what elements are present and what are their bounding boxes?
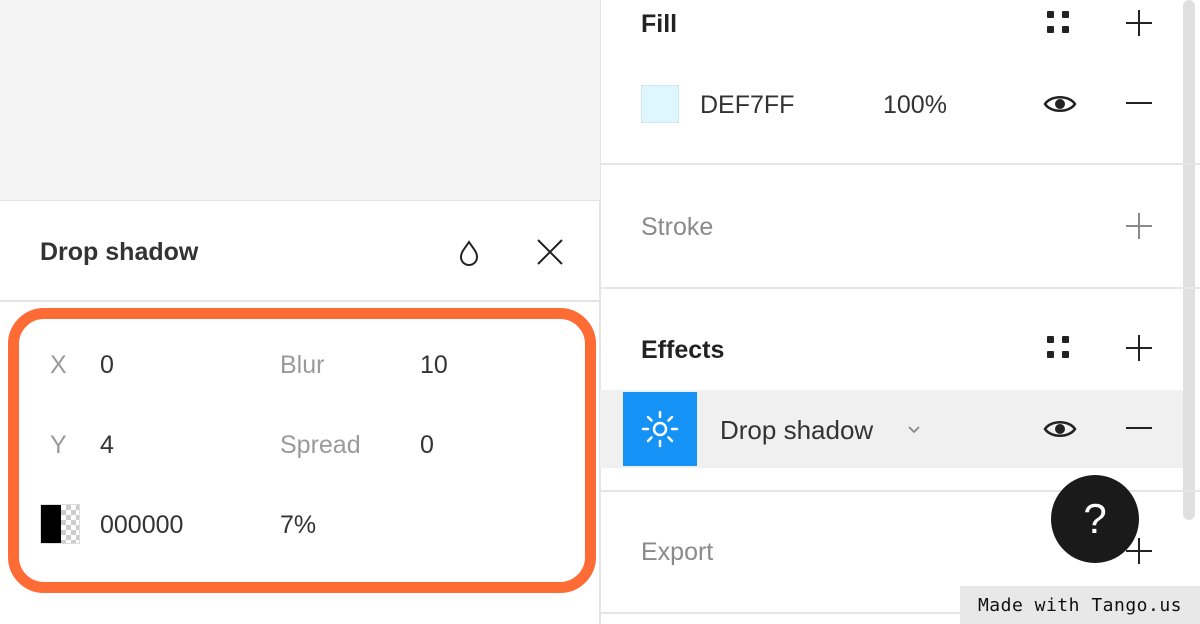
x-label: X	[50, 351, 67, 379]
blur-label: Blur	[280, 351, 325, 379]
fill-section-title: Fill	[641, 10, 678, 38]
chevron-down-icon[interactable]	[906, 421, 922, 437]
eye-icon[interactable]	[1043, 417, 1077, 441]
style-grid-icon[interactable]	[1047, 11, 1071, 35]
export-section-title: Export	[641, 538, 714, 566]
effect-settings-button[interactable]	[623, 392, 697, 466]
stroke-section-title: Stroke	[641, 213, 714, 241]
y-input[interactable]: 4	[100, 431, 114, 460]
spread-label: Spread	[280, 431, 361, 459]
add-stroke-button[interactable]	[1124, 211, 1154, 241]
shadow-color-swatch[interactable]	[40, 504, 80, 544]
remove-fill-button[interactable]	[1124, 88, 1154, 118]
remove-effect-button[interactable]	[1124, 413, 1154, 443]
blend-mode-icon[interactable]	[456, 236, 482, 268]
fill-hex-input[interactable]: DEF7FF	[700, 91, 794, 120]
eye-icon[interactable]	[1043, 92, 1077, 116]
add-fill-button[interactable]	[1124, 8, 1154, 38]
effects-section-title: Effects	[641, 336, 725, 364]
x-input[interactable]: 0	[100, 351, 114, 380]
shadow-opacity-input[interactable]: 7%	[280, 511, 316, 540]
style-grid-icon[interactable]	[1047, 336, 1071, 360]
close-icon[interactable]	[534, 236, 566, 268]
popup-divider	[0, 300, 600, 302]
help-button[interactable]: ?	[1051, 475, 1139, 563]
shadow-color-hex-input[interactable]: 000000	[100, 511, 183, 540]
add-effect-button[interactable]	[1124, 333, 1154, 363]
spread-input[interactable]: 0	[420, 431, 434, 460]
effect-type-dropdown[interactable]: Drop shadow	[720, 415, 873, 446]
section-divider	[600, 287, 1200, 289]
fill-color-swatch[interactable]	[641, 85, 679, 123]
sun-icon	[641, 410, 679, 448]
y-label: Y	[50, 431, 67, 459]
fill-opacity-input[interactable]: 100%	[883, 91, 947, 120]
blur-input[interactable]: 10	[420, 351, 448, 380]
popup-title: Drop shadow	[40, 238, 199, 266]
panel-scrollbar[interactable]	[1183, 0, 1195, 520]
watermark: Made with Tango.us	[960, 586, 1200, 624]
section-divider	[600, 163, 1200, 165]
